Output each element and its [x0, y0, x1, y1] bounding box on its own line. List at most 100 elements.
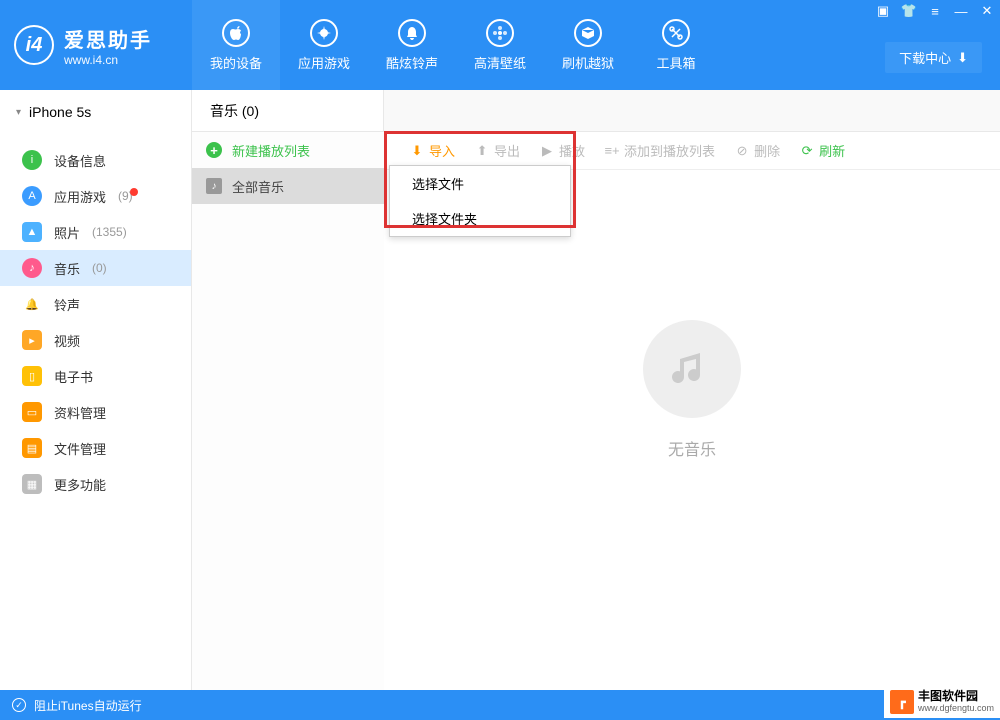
import-label: 导入 — [429, 141, 455, 160]
sidebar-item-files[interactable]: ▤ 文件管理 — [0, 430, 191, 466]
nav-my-device[interactable]: 我的设备 — [192, 0, 280, 90]
new-playlist-button[interactable]: + 新建播放列表 — [192, 132, 384, 168]
chevron-down-icon: ▾ — [16, 107, 21, 118]
tab-strip — [384, 90, 1000, 132]
sidebar-label: 设备信息 — [54, 151, 106, 170]
sidebar-item-data[interactable]: ▭ 资料管理 — [0, 394, 191, 430]
playlist-add-icon: ≡+ — [605, 144, 619, 158]
music-icon: ♪ — [22, 258, 42, 278]
logo-area: i4 爱思助手 www.i4.cn — [0, 0, 192, 90]
export-button[interactable]: ⬆ 导出 — [467, 137, 528, 164]
device-selector[interactable]: ▾ iPhone 5s — [0, 90, 191, 134]
import-dropdown: 选择文件 选择文件夹 — [389, 165, 571, 237]
minimize-icon[interactable]: — — [952, 2, 970, 20]
delete-label: 删除 — [754, 141, 780, 160]
add-to-playlist-button[interactable]: ≡+ 添加到播放列表 — [597, 137, 723, 164]
refresh-button[interactable]: ⟳ 刷新 — [792, 137, 853, 164]
nav-wallpapers[interactable]: 高清壁纸 — [456, 0, 544, 90]
watermark-text: 丰图软件园 www.dgfengtu.com — [918, 690, 994, 713]
app-icon: A — [22, 186, 42, 206]
skin-icon[interactable]: 👕 — [900, 2, 918, 20]
delete-button[interactable]: ⊘ 删除 — [727, 137, 788, 164]
block-itunes-label: 阻止iTunes自动运行 — [34, 697, 142, 714]
check-icon: ✓ — [12, 698, 26, 712]
all-music-item[interactable]: ♪ 全部音乐 — [192, 168, 384, 204]
nav-label: 高清壁纸 — [474, 53, 526, 72]
nav-app-games[interactable]: 应用游戏 — [280, 0, 368, 90]
tools-icon — [662, 19, 690, 47]
play-button[interactable]: ▶ 播放 — [532, 137, 593, 164]
sidebar-item-ringtones[interactable]: 🔔 铃声 — [0, 286, 191, 322]
box-icon — [574, 19, 602, 47]
empty-music-icon — [643, 320, 741, 418]
nav-label: 我的设备 — [210, 53, 262, 72]
bell-icon: 🔔 — [22, 294, 42, 314]
music-tab-label: 音乐 (0) — [210, 101, 259, 121]
video-icon: ▸ — [22, 330, 42, 350]
apple-icon — [222, 19, 250, 47]
play-icon: ▶ — [540, 144, 554, 158]
sidebar-item-more[interactable]: ▦ 更多功能 — [0, 466, 191, 502]
delete-icon: ⊘ — [735, 144, 749, 158]
logo-text: 爱思助手 www.i4.cn — [64, 24, 152, 67]
sidebar-label: 视频 — [54, 331, 80, 350]
new-playlist-label: 新建播放列表 — [232, 141, 310, 160]
sidebar-label: 电子书 — [54, 367, 93, 386]
sidebar-label: 更多功能 — [54, 475, 106, 494]
select-file-item[interactable]: 选择文件 — [390, 166, 570, 201]
feedback-icon[interactable]: ▣ — [874, 2, 892, 20]
sidebar-item-ebook[interactable]: ▯ 电子书 — [0, 358, 191, 394]
notification-dot — [130, 188, 138, 196]
block-itunes-toggle[interactable]: ✓ 阻止iTunes自动运行 — [12, 697, 142, 714]
photo-icon: ▲ — [22, 222, 42, 242]
empty-text: 无音乐 — [668, 436, 716, 460]
import-icon: ⬇ — [410, 144, 424, 158]
download-center-label: 下载中心 — [899, 48, 951, 67]
select-file-label: 选择文件 — [412, 177, 464, 192]
empty-state: 无音乐 — [643, 320, 741, 460]
app-icon — [310, 19, 338, 47]
sidebar-label: 铃声 — [54, 295, 80, 314]
close-icon[interactable]: ✕ — [978, 2, 996, 20]
sidebar-item-device-info[interactable]: i 设备信息 — [0, 142, 191, 178]
sidebar-label: 音乐 — [54, 259, 80, 278]
nav-toolbox[interactable]: 工具箱 — [632, 0, 720, 90]
music-tab[interactable]: 音乐 (0) — [192, 90, 384, 132]
logo-icon: i4 — [14, 25, 54, 65]
logo-title: 爱思助手 — [64, 24, 152, 53]
import-button[interactable]: ⬇ 导入 — [402, 137, 463, 164]
nav-label: 应用游戏 — [298, 53, 350, 72]
sidebar-item-video[interactable]: ▸ 视频 — [0, 322, 191, 358]
export-icon: ⬆ — [475, 144, 489, 158]
select-folder-item[interactable]: 选择文件夹 — [390, 201, 570, 236]
download-icon: ⬇ — [957, 50, 968, 66]
select-folder-label: 选择文件夹 — [412, 212, 477, 227]
playlist-sidebar: 音乐 (0) + 新建播放列表 ♪ 全部音乐 — [192, 90, 384, 690]
music-icon: ♪ — [206, 178, 222, 194]
flower-icon — [486, 19, 514, 47]
menu-icon[interactable]: ≡ — [926, 2, 944, 20]
bell-icon — [398, 19, 426, 47]
sidebar-item-music[interactable]: ♪ 音乐 (0) — [0, 250, 191, 286]
grid-icon: ▦ — [22, 474, 42, 494]
nav-ringtones[interactable]: 酷炫铃声 — [368, 0, 456, 90]
sidebar-label: 文件管理 — [54, 439, 106, 458]
folder-icon: ▭ — [22, 402, 42, 422]
nav-label: 刷机越狱 — [562, 53, 614, 72]
sidebar-label: 照片 — [54, 223, 80, 242]
statusbar: ✓ 阻止iTunes自动运行 版本号 — [0, 690, 1000, 720]
plus-icon: + — [206, 142, 222, 158]
nav-jailbreak[interactable]: 刷机越狱 — [544, 0, 632, 90]
info-icon: i — [22, 150, 42, 170]
sidebar-count: (1355) — [92, 225, 127, 239]
sidebar-item-photos[interactable]: ▲ 照片 (1355) — [0, 214, 191, 250]
nav-label: 工具箱 — [656, 53, 695, 72]
sidebar: ▾ iPhone 5s i 设备信息 A 应用游戏 (9) ▲ 照片 (1355… — [0, 90, 192, 690]
watermark-title: 丰图软件园 — [918, 690, 994, 703]
download-center-button[interactable]: 下载中心 ⬇ — [885, 42, 982, 73]
add-playlist-label: 添加到播放列表 — [624, 141, 715, 160]
sidebar-item-apps[interactable]: A 应用游戏 (9) — [0, 178, 191, 214]
sidebar-list: i 设备信息 A 应用游戏 (9) ▲ 照片 (1355) ♪ 音乐 (0) 🔔… — [0, 134, 191, 502]
sidebar-count: (0) — [92, 261, 107, 275]
play-label: 播放 — [559, 141, 585, 160]
